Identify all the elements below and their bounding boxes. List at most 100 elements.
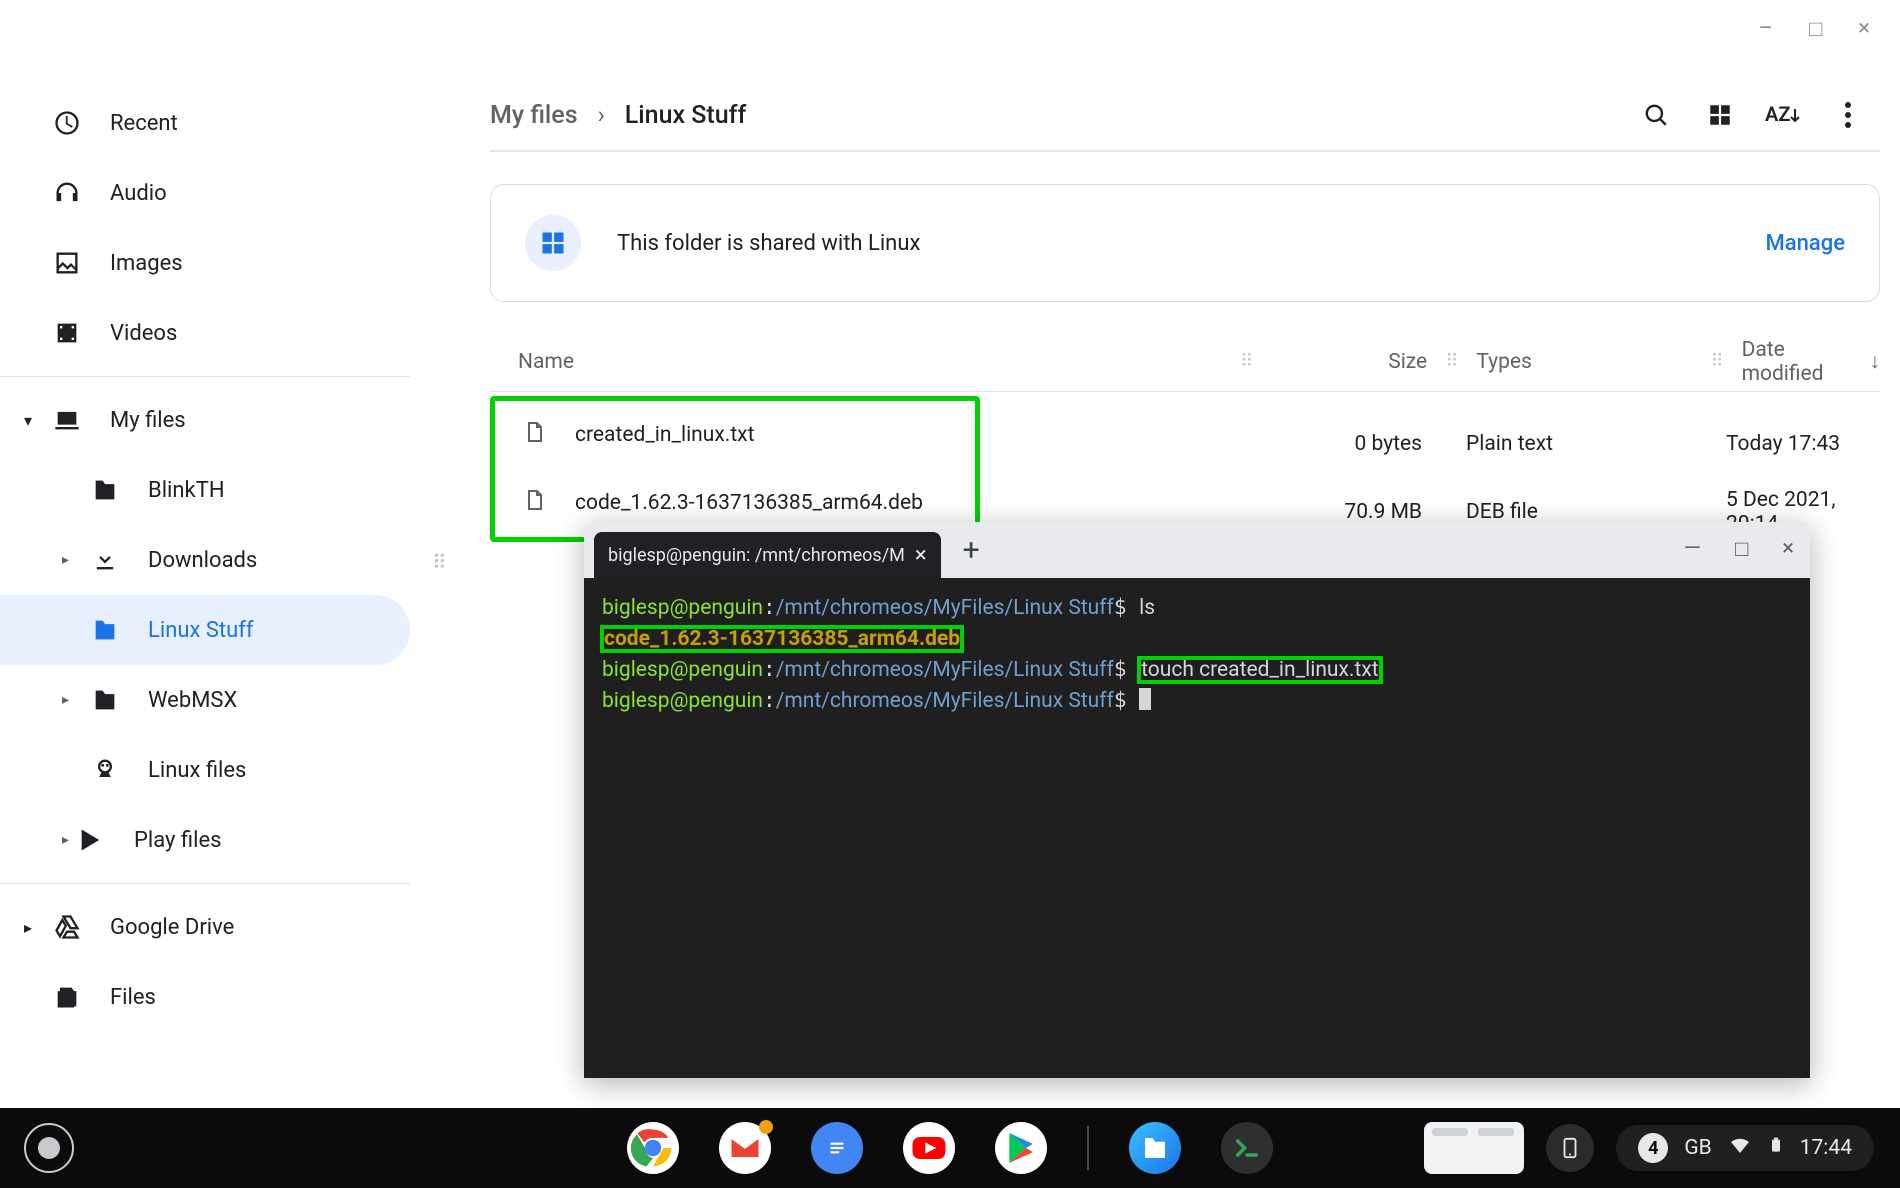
shelf-status-area: 4 GB 17:44	[1424, 1122, 1874, 1174]
sidebar-label: Google Drive	[110, 915, 234, 940]
sidebar-item-audio[interactable]: Audio	[0, 158, 410, 228]
column-grip-icon[interactable]: ⠿	[1240, 351, 1253, 372]
download-icon	[90, 545, 120, 575]
caret-right-icon: ▸	[62, 552, 69, 568]
main-pane: My files › Linux Stuff AZ This folder is…	[490, 80, 1880, 542]
play-store-icon[interactable]	[995, 1122, 1047, 1174]
col-name[interactable]: Name	[518, 350, 574, 374]
manage-link[interactable]: Manage	[1766, 231, 1845, 256]
phone-hub-icon[interactable]	[1546, 1124, 1594, 1172]
sidebar-label: Audio	[110, 181, 167, 206]
sidebar-item-blinkth[interactable]: BlinkTH	[0, 455, 410, 525]
minimize-icon[interactable]: –	[1759, 16, 1773, 42]
linux-share-icon	[525, 215, 581, 271]
linux-icon	[90, 755, 120, 785]
laptop-icon	[52, 405, 82, 435]
docs-icon[interactable]	[811, 1122, 863, 1174]
terminal-body[interactable]: biglesp@penguin:/mnt/chromeos/MyFiles/Li…	[584, 578, 1810, 1078]
sidebar-item-linux-stuff[interactable]: Linux Stuff	[0, 595, 410, 665]
youtube-icon[interactable]	[903, 1122, 955, 1174]
headphones-icon	[52, 178, 82, 208]
video-icon	[52, 318, 82, 348]
sidebar-label: Videos	[110, 321, 177, 346]
maximize-icon[interactable]: □	[1735, 536, 1748, 562]
sidebar-item-linux-files[interactable]: Linux files	[0, 735, 410, 805]
search-button[interactable]	[1624, 83, 1688, 147]
sidebar-label: WebMSX	[148, 688, 237, 713]
tab-close-icon[interactable]: ×	[915, 543, 927, 568]
view-toggle-button[interactable]	[1688, 83, 1752, 147]
status-tray[interactable]: 4 GB 17:44	[1616, 1125, 1874, 1171]
more-menu-button[interactable]	[1816, 83, 1880, 147]
column-grip-icon[interactable]: ⠿	[1445, 351, 1458, 372]
sidebar-item-webmsx[interactable]: ▸ WebMSX	[0, 665, 410, 735]
share-banner: This folder is shared with Linux Manage	[490, 184, 1880, 302]
sidebar-label: Files	[110, 985, 156, 1010]
close-icon[interactable]: ×	[1782, 536, 1794, 562]
breadcrumb-root[interactable]: My files	[490, 101, 578, 130]
sidebar-item-my-files[interactable]: ▾ My files	[0, 385, 410, 455]
wifi-icon	[1728, 1133, 1752, 1163]
terminal-tab[interactable]: biglesp@penguin: /mnt/chromeos/M ×	[594, 532, 941, 578]
new-tab-button[interactable]: +	[963, 533, 980, 568]
sidebar-item-downloads[interactable]: ▸ Downloads	[0, 525, 410, 595]
sidebar: Recent Audio Images Videos ▾ My files Bl…	[0, 80, 410, 1040]
chrome-icon[interactable]	[627, 1122, 679, 1174]
sidebar-item-images[interactable]: Images	[0, 228, 410, 298]
table-row-meta: 0 bytes Plain text Today 17:43	[490, 410, 1880, 478]
sidebar-label: Images	[110, 251, 183, 276]
shelf-divider	[1087, 1126, 1089, 1170]
breadcrumb-current: Linux Stuff	[625, 101, 747, 130]
sidebar-item-videos[interactable]: Videos	[0, 298, 410, 368]
clock: 17:44	[1800, 1136, 1852, 1160]
shelf-apps	[627, 1122, 1273, 1174]
window-switcher[interactable]	[1424, 1122, 1524, 1174]
sidebar-item-files[interactable]: Files	[0, 962, 410, 1032]
sidebar-label: My files	[110, 408, 186, 433]
column-grip-icon[interactable]: ⠿	[1710, 351, 1723, 372]
sidebar-item-recent[interactable]: Recent	[0, 88, 410, 158]
sidebar-item-play-files[interactable]: ▸ Play files	[0, 805, 410, 875]
maximize-icon[interactable]: □	[1809, 16, 1822, 42]
file-type: DEB file	[1460, 500, 1700, 524]
arrow-down-icon: ↓	[1870, 350, 1881, 374]
sidebar-label: Linux Stuff	[148, 618, 254, 643]
file-size: 0 bytes	[1260, 432, 1440, 456]
terminal-app-icon[interactable]	[1221, 1122, 1273, 1174]
col-size[interactable]: Size	[1388, 350, 1427, 374]
sidebar-label: BlinkTH	[148, 478, 225, 503]
files-icon	[52, 982, 82, 1012]
files-app-icon[interactable]	[1129, 1122, 1181, 1174]
shelf: 4 GB 17:44	[0, 1108, 1900, 1188]
image-icon	[52, 248, 82, 278]
sort-button[interactable]: AZ	[1752, 83, 1816, 147]
caret-right-icon: ▸	[62, 692, 69, 708]
sidebar-label: Recent	[110, 111, 178, 136]
sidebar-item-google-drive[interactable]: ▸ Google Drive	[0, 892, 410, 962]
file-date: Today 17:43	[1720, 432, 1880, 456]
sidebar-label: Downloads	[148, 548, 257, 573]
chevron-right-icon: ›	[598, 101, 605, 129]
minimize-icon[interactable]: ―	[1684, 536, 1701, 562]
sidebar-resize-handle[interactable]: ⠿	[432, 550, 451, 574]
battery-icon	[1768, 1133, 1784, 1163]
close-icon[interactable]: ×	[1858, 16, 1870, 42]
tab-title: biglesp@penguin: /mnt/chromeos/M	[608, 545, 905, 566]
gmail-icon[interactable]	[719, 1122, 771, 1174]
recent-icon	[52, 108, 82, 138]
col-type[interactable]: Types	[1476, 350, 1532, 374]
terminal-window[interactable]: biglesp@penguin: /mnt/chromeos/M × + ― □…	[584, 522, 1810, 1078]
file-type: Plain text	[1460, 432, 1700, 456]
sidebar-label: Play files	[134, 828, 221, 853]
highlight-annotation: touch created_in_linux.txt	[1139, 658, 1380, 682]
drive-icon	[52, 912, 82, 942]
caret-right-icon: ▸	[24, 918, 32, 937]
highlight-annotation: code_1.62.3-1637136385_arm64.deb	[602, 627, 962, 651]
launcher-button[interactable]	[24, 1123, 74, 1173]
col-date[interactable]: Date modified	[1742, 338, 1862, 386]
folder-icon	[90, 615, 120, 645]
sidebar-label: Linux files	[148, 758, 246, 783]
ram-badge: 4	[1638, 1133, 1668, 1163]
caret-down-icon: ▾	[24, 411, 32, 430]
terminal-titlebar: biglesp@penguin: /mnt/chromeos/M × + ― □…	[584, 522, 1810, 578]
